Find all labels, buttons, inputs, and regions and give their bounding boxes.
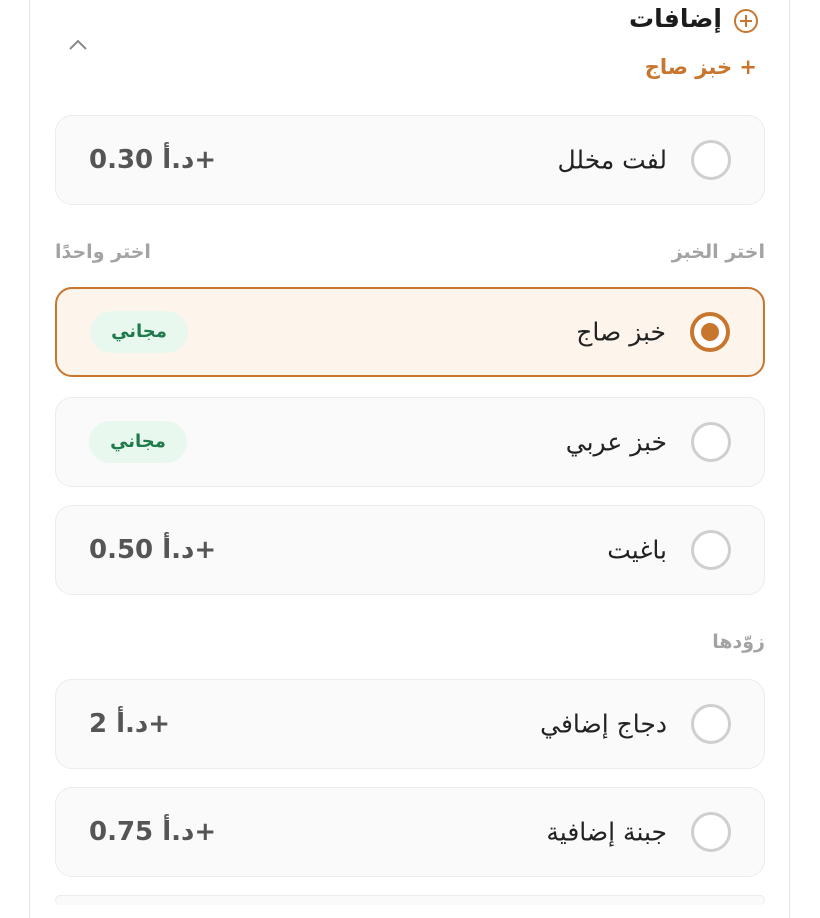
option-price: +د.أ 0.30	[89, 145, 217, 175]
option-price: +د.أ 0.50	[89, 535, 217, 565]
option-label: باغيت	[607, 535, 667, 565]
extras-selected-summary: + خبز صاج	[644, 55, 757, 79]
free-badge: مجاني	[90, 311, 188, 353]
radio-button[interactable]	[691, 704, 731, 744]
radio-button[interactable]	[691, 140, 731, 180]
option-label: خبز عربي	[565, 427, 667, 457]
option-baguette[interactable]: باغيت +د.أ 0.50	[55, 505, 765, 595]
radio-button[interactable]	[691, 422, 731, 462]
free-badge: مجاني	[89, 421, 187, 463]
plus-circle-icon	[734, 9, 758, 33]
option-extra-chicken[interactable]: دجاج إضافي +د.أ 2	[55, 679, 765, 769]
option-extra-cheese[interactable]: جبنة إضافية +د.أ 0.75	[55, 787, 765, 877]
option-label: خبز صاج	[576, 317, 666, 347]
bread-group-title: اختر الخبز	[671, 241, 765, 263]
option-label: لفت مخلل	[557, 145, 668, 175]
extra-group-title: زوّدها	[712, 631, 765, 653]
extras-title: إضافات	[629, 4, 722, 33]
option-arabic-bread[interactable]: خبز عربي مجاني	[55, 397, 765, 487]
option-pickled-turnip[interactable]: لفت مخلل +د.أ 0.30	[55, 115, 765, 205]
option-next-partial[interactable]	[55, 895, 765, 905]
option-price: +د.أ 0.75	[89, 817, 217, 847]
option-label: دجاج إضافي	[540, 709, 667, 739]
radio-button[interactable]	[691, 812, 731, 852]
bread-group-hint: اختر واحدًا	[55, 241, 151, 263]
option-label: جبنة إضافية	[546, 817, 667, 847]
option-price: +د.أ 2	[89, 709, 171, 739]
chevron-up-icon[interactable]	[68, 37, 88, 51]
radio-button[interactable]	[691, 530, 731, 570]
radio-button-selected[interactable]	[690, 312, 730, 352]
option-saj-bread[interactable]: خبز صاج مجاني	[55, 287, 765, 377]
